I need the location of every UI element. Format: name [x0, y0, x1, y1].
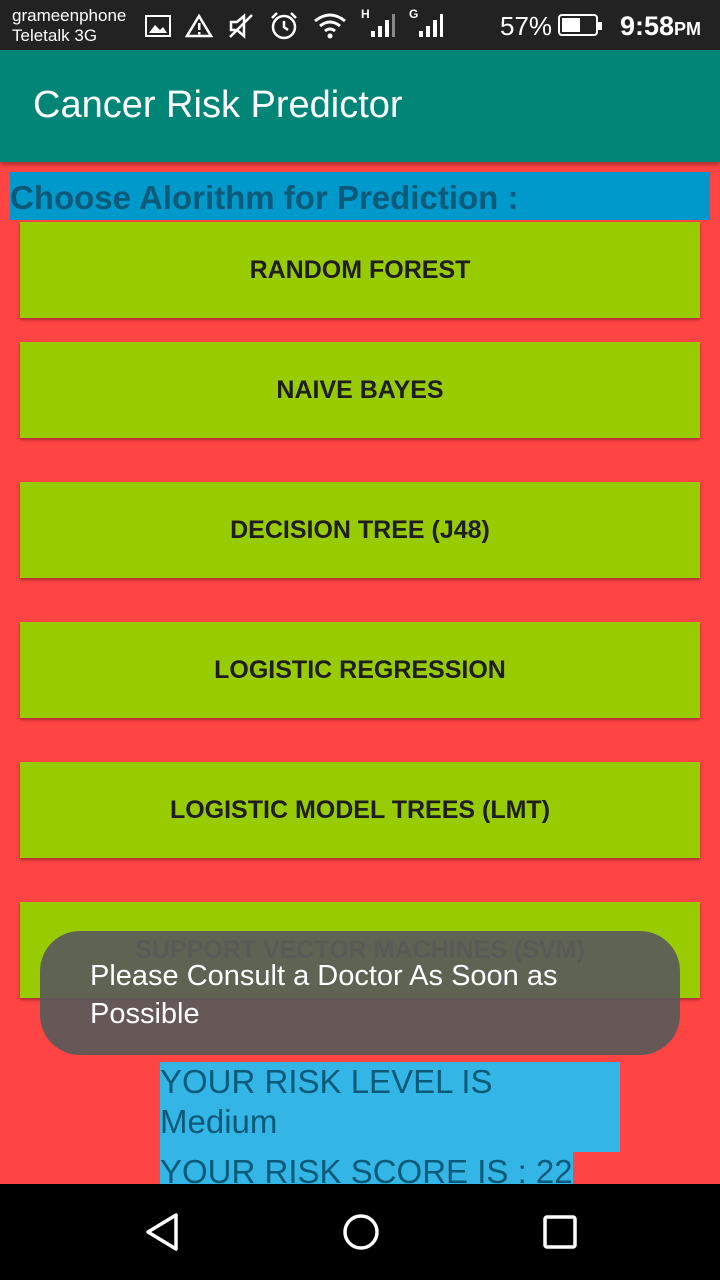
status-bar: grameenphone Teletalk 3G H G 57% 9:58PM	[0, 0, 720, 50]
clock: 9:58PM	[620, 10, 701, 45]
logistic-regression-button[interactable]: LOGISTIC REGRESSION	[20, 622, 700, 718]
carrier-primary: grameenphone	[12, 6, 127, 25]
battery-fill	[562, 18, 581, 32]
battery-percent: 57%	[500, 11, 553, 41]
naive-bayes-button[interactable]: NAIVE BAYES	[20, 342, 700, 438]
signal-g-icon: G	[409, 7, 443, 39]
home-icon[interactable]	[331, 1202, 391, 1262]
logistic-model-trees-button[interactable]: LOGISTIC MODEL TREES (LMT)	[20, 762, 700, 858]
app-bar: Cancer Risk Predictor	[0, 50, 720, 162]
risk-level-prefix: YOUR RISK LEVEL IS	[160, 1063, 493, 1100]
section-heading: Choose Alorithm for Prediction :	[10, 172, 710, 220]
back-icon[interactable]	[132, 1202, 192, 1262]
mute-icon	[227, 13, 255, 39]
decision-tree-button[interactable]: DECISION TREE (J48)	[20, 482, 700, 578]
random-forest-button[interactable]: RANDOM FOREST	[20, 222, 700, 318]
recents-icon[interactable]	[530, 1202, 590, 1262]
signal-h-icon: H	[361, 7, 395, 39]
app-title: Cancer Risk Predictor	[33, 84, 403, 126]
toast-message: Please Consult a Doctor As Soon as Possi…	[40, 931, 680, 1055]
risk-level-block: YOUR RISK LEVEL IS Medium	[160, 1062, 620, 1152]
wifi-icon	[313, 13, 347, 39]
carrier-info: grameenphone Teletalk 3G	[12, 6, 126, 46]
status-icons: H G	[145, 7, 443, 42]
alarm-icon	[269, 11, 299, 41]
warning-icon	[185, 14, 213, 38]
clock-suffix: PM	[674, 19, 702, 39]
navigation-bar	[0, 1184, 720, 1280]
battery-icon	[558, 14, 602, 36]
battery-nub	[598, 22, 602, 30]
image-icon	[145, 15, 171, 37]
clock-time: 9:58	[620, 11, 675, 41]
carrier-secondary: Teletalk 3G	[12, 26, 98, 45]
risk-level-value: Medium	[160, 1103, 278, 1140]
result-panel: YOUR RISK LEVEL IS Medium YOUR RISK SCOR…	[160, 1062, 620, 1192]
